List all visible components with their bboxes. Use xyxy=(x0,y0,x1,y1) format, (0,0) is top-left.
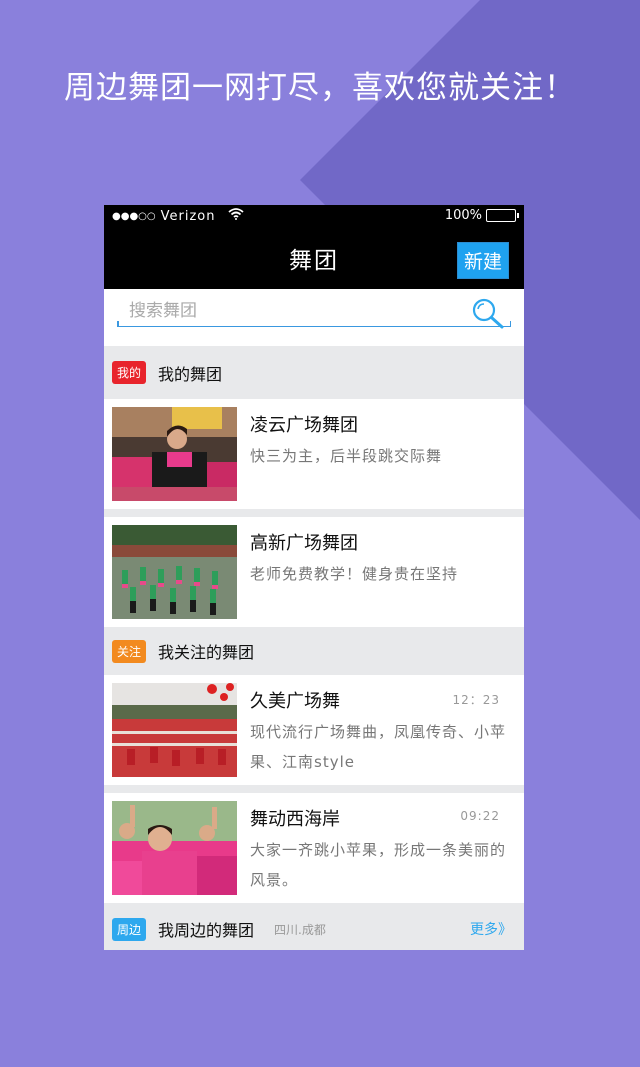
tag-nearby: 周边 xyxy=(112,917,147,941)
troupe-thumbnail xyxy=(112,407,237,501)
search-icon[interactable] xyxy=(471,297,505,336)
troupe-card[interactable]: 高新广场舞团 老师免费教学！健身贵在坚持 xyxy=(104,517,524,627)
section-title-followed: 我关注的舞团 xyxy=(158,643,255,662)
page-title: 舞团 xyxy=(289,248,339,274)
section-header-followed: 关注 我关注的舞团 xyxy=(104,627,524,675)
search-input[interactable]: 搜索舞团 xyxy=(117,298,511,329)
signal-strength: ●●●○○ xyxy=(112,210,156,222)
troupe-name: 凌云广场舞团 xyxy=(250,415,358,436)
troupe-card[interactable]: 凌云广场舞团 快三为主，后半段跳交际舞 xyxy=(104,399,524,509)
troupe-name: 久美广场舞 xyxy=(250,691,340,712)
battery-percent: 100% xyxy=(444,208,482,223)
promo-slogan: 周边舞团一网打尽，喜欢您就关注！ xyxy=(64,70,576,106)
section-header-mine: 我的 我的舞团 xyxy=(104,346,524,399)
troupe-desc: 快三为主，后半段跳交际舞 xyxy=(250,447,443,465)
troupe-desc: 老师免费教学！健身贵在坚持 xyxy=(250,565,459,583)
troupe-card[interactable]: 舞动西海岸 09:22 大家一齐跳小苹果，形成一条美丽的风景。 xyxy=(104,793,524,903)
search-placeholder: 搜索舞团 xyxy=(129,301,197,321)
status-bar: ●●●○○ Verizon 100% xyxy=(104,205,524,227)
new-troupe-button[interactable]: 新建 xyxy=(456,242,509,279)
battery-icon xyxy=(486,209,519,222)
nav-bar: 舞团 新建 xyxy=(104,227,524,289)
troupe-desc: 现代流行广场舞曲，凤凰传奇、小苹果、江南style xyxy=(250,723,507,771)
search-bar: 搜索舞团 xyxy=(104,289,524,346)
phone-screen: ●●●○○ Verizon 100% 舞团 新建 搜索舞团 我的 我的舞团 凌云… xyxy=(104,205,524,950)
troupe-thumbnail xyxy=(112,525,237,619)
update-time: 12：23 xyxy=(452,693,500,707)
troupe-desc: 大家一齐跳小苹果，形成一条美丽的风景。 xyxy=(250,841,507,889)
troupe-name: 舞动西海岸 xyxy=(250,809,340,830)
carrier-name: Verizon xyxy=(160,208,216,224)
section-title-mine: 我的舞团 xyxy=(158,364,223,384)
troupe-thumbnail xyxy=(112,801,237,895)
section-title-nearby: 我周边的舞团 xyxy=(158,921,255,940)
tag-followed: 关注 xyxy=(112,639,147,663)
battery-indicator: 100% xyxy=(444,208,519,223)
more-link[interactable]: 更多》 xyxy=(470,919,512,939)
update-time: 09:22 xyxy=(460,809,500,823)
troupe-thumbnail xyxy=(112,683,237,777)
location-label: 四川.成都 xyxy=(274,922,326,937)
troupe-name: 高新广场舞团 xyxy=(250,533,358,554)
troupe-card[interactable]: 久美广场舞 12：23 现代流行广场舞曲，凤凰传奇、小苹果、江南style xyxy=(104,675,524,785)
tag-mine: 我的 xyxy=(112,361,147,384)
wifi-icon xyxy=(227,208,244,224)
section-header-nearby: 周边 我周边的舞团 四川.成都 更多》 xyxy=(104,903,524,950)
